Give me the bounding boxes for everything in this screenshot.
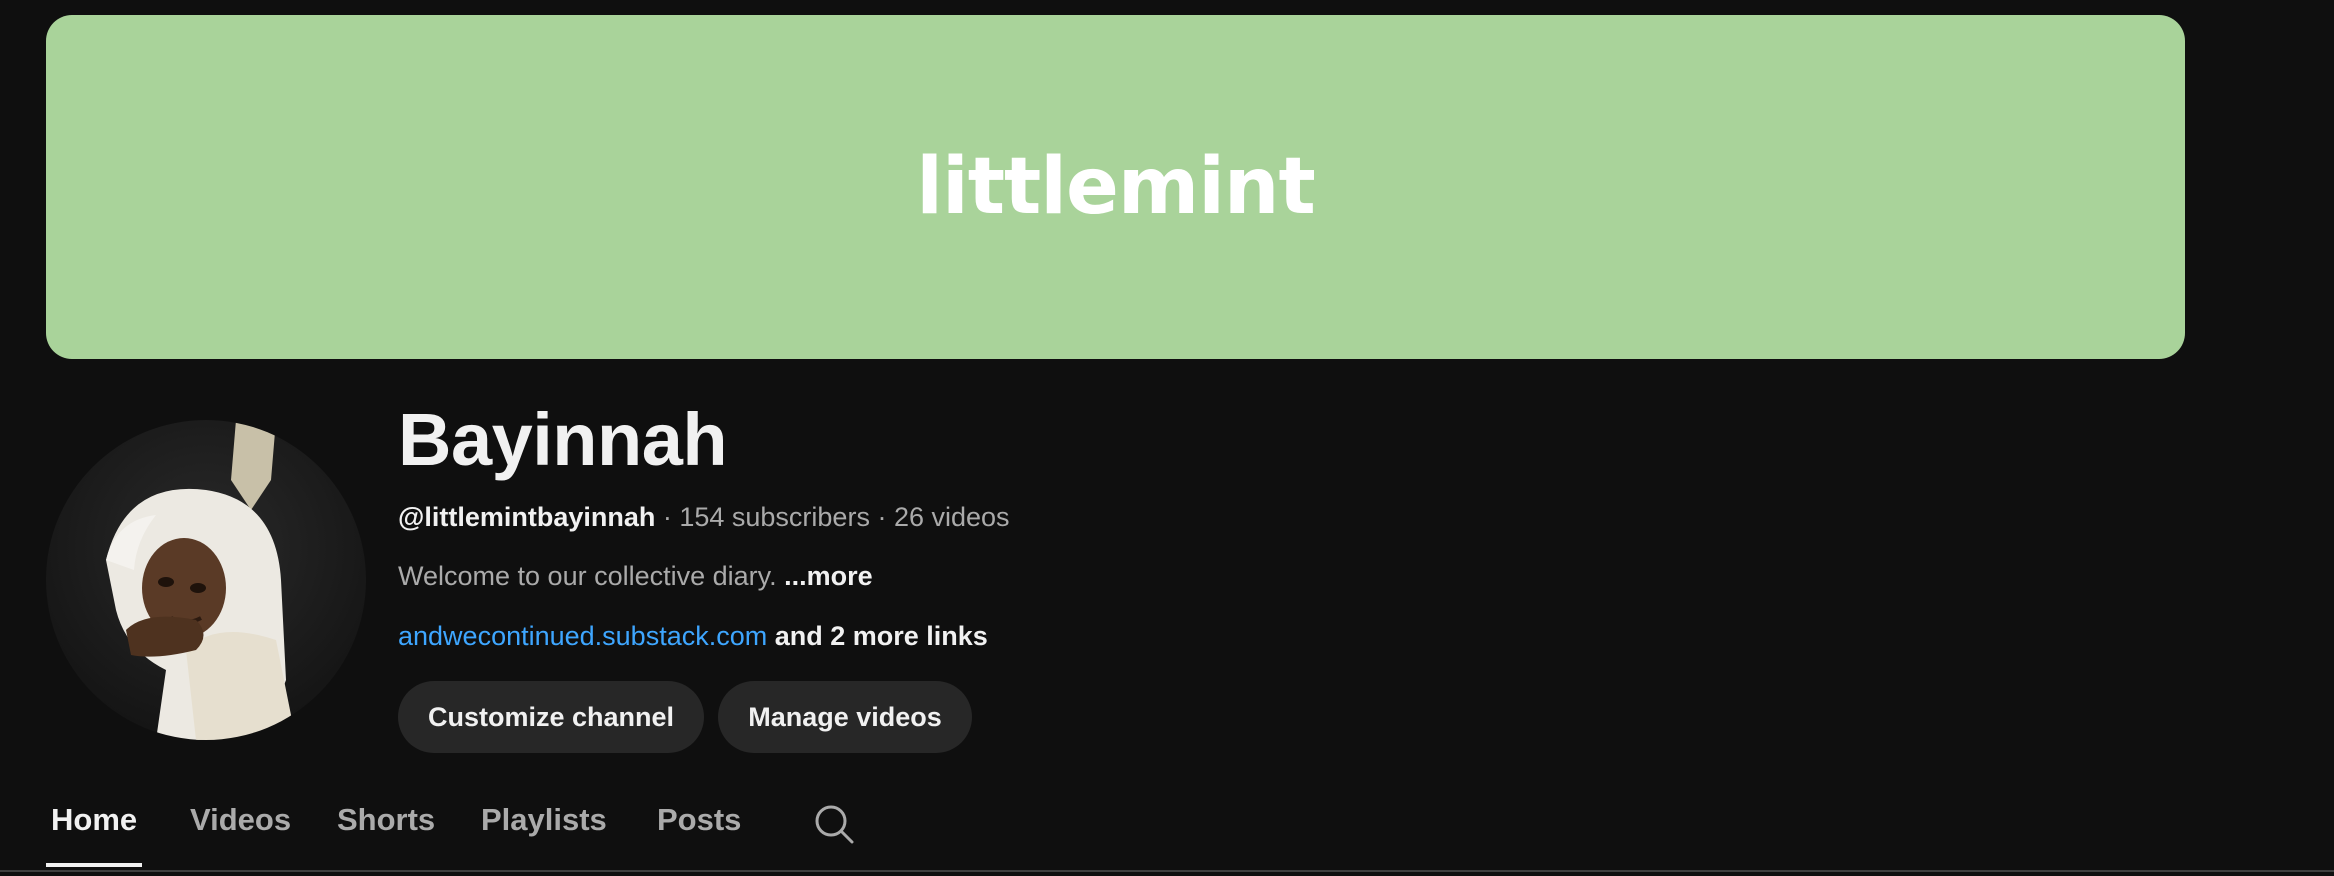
more-links-link[interactable]: and 2 more links <box>775 621 988 651</box>
channel-tabs: Home Videos Shorts Playlists Posts <box>0 790 2334 872</box>
manage-videos-button[interactable]: Manage videos <box>718 681 972 753</box>
tabs-divider <box>0 870 2334 872</box>
meta-separator: · <box>869 502 894 532</box>
search-icon[interactable] <box>814 804 854 844</box>
meta-separator: · <box>655 502 680 532</box>
active-tab-indicator <box>46 863 142 867</box>
channel-handle: @littlemintbayinnah <box>398 502 656 532</box>
tab-posts[interactable]: Posts <box>657 800 741 840</box>
banner-title: littlemint <box>916 142 1316 232</box>
description-text: Welcome to our collective diary. <box>398 561 777 591</box>
tab-home[interactable]: Home <box>51 800 137 840</box>
channel-links: andwecontinued.substack.com and 2 more l… <box>398 619 988 653</box>
customize-channel-button[interactable]: Customize channel <box>398 681 704 753</box>
avatar-image <box>46 420 366 740</box>
channel-avatar[interactable] <box>46 420 366 740</box>
channel-meta: @littlemintbayinnah · 154 subscribers · … <box>398 500 1010 534</box>
tab-shorts[interactable]: Shorts <box>337 800 435 840</box>
video-count: 26 videos <box>893 502 1010 532</box>
tab-videos[interactable]: Videos <box>190 800 291 840</box>
subscriber-count: 154 subscribers <box>679 502 870 532</box>
tab-playlists[interactable]: Playlists <box>481 800 607 840</box>
channel-name: Bayinnah <box>398 398 728 481</box>
external-link[interactable]: andwecontinued.substack.com <box>398 621 767 651</box>
description-more-link[interactable]: ...more <box>784 561 873 591</box>
channel-banner: littlemint <box>46 15 2185 359</box>
channel-description[interactable]: Welcome to our collective diary. ...more <box>398 559 873 593</box>
